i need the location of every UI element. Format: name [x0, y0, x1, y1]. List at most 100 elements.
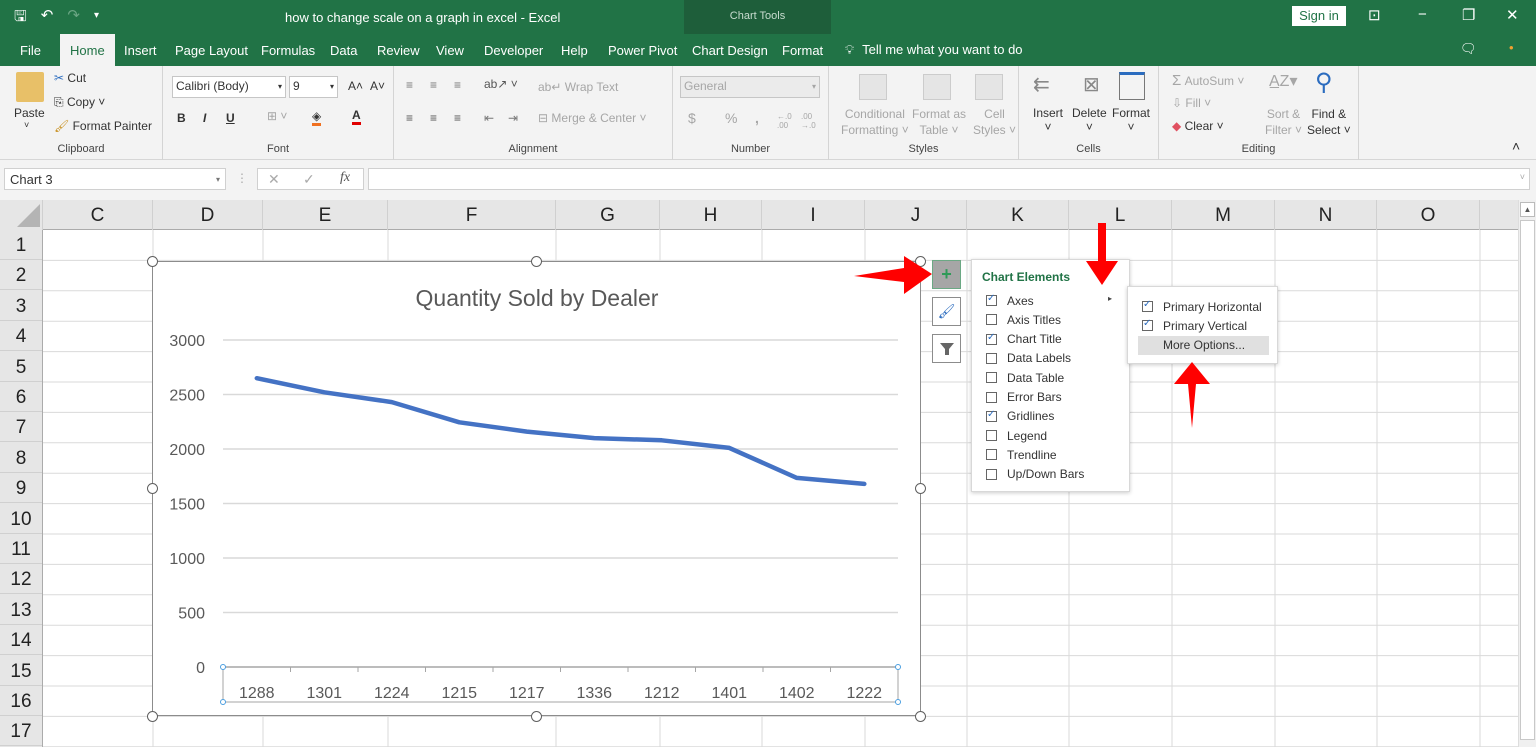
chart-elements-button[interactable]: + — [932, 260, 961, 289]
tab-review[interactable]: Review — [377, 43, 420, 58]
column-header[interactable]: I — [762, 200, 865, 230]
axes-submenu-option[interactable]: More Options... — [1138, 336, 1269, 355]
align-left-icon[interactable]: ≡ — [406, 111, 413, 125]
restore-icon[interactable]: ❐ — [1462, 6, 1475, 24]
format-button[interactable]: Format˅ — [1112, 106, 1150, 134]
checkbox[interactable] — [986, 295, 997, 306]
font-size-dropdown[interactable]: 9▾ — [289, 76, 338, 98]
bold-button[interactable]: B — [177, 111, 186, 125]
column-header[interactable]: J — [865, 200, 967, 230]
close-icon[interactable]: ✕ — [1506, 6, 1519, 24]
borders-icon[interactable]: ⊞ ˅ — [267, 109, 287, 123]
paste-button[interactable]: Paste — [14, 106, 45, 120]
resize-handle[interactable] — [531, 256, 542, 267]
row-header[interactable]: 10 — [0, 504, 42, 534]
ribbon-display-icon[interactable]: ⊡ — [1368, 6, 1381, 24]
customize-qat-icon[interactable]: ▾ — [94, 6, 99, 31]
tab-help[interactable]: Help — [561, 43, 588, 58]
axis-selection-handle[interactable] — [221, 665, 226, 670]
align-middle-icon[interactable]: ≡ — [430, 78, 437, 92]
checkbox[interactable] — [986, 353, 997, 364]
wrap-text-button[interactable]: ab↵ Wrap Text — [538, 80, 618, 94]
increase-decimal-button[interactable]: ←.0 .00 — [777, 112, 797, 130]
axis-selection-handle[interactable] — [221, 700, 226, 705]
conditional-formatting-button[interactable]: ConditionalFormatting ˅ — [841, 106, 909, 138]
merge-center-button[interactable]: ⊟ Merge & Center ˅ — [538, 111, 646, 125]
tab-file[interactable]: File — [20, 43, 41, 58]
resize-handle[interactable] — [147, 711, 158, 722]
checkbox[interactable] — [986, 469, 997, 480]
tab-formulas[interactable]: Formulas — [261, 43, 315, 58]
number-format-dropdown[interactable]: General▾ — [680, 76, 820, 98]
chart-filters-button[interactable] — [932, 334, 961, 363]
tab-format[interactable]: Format — [782, 43, 823, 58]
axis-selection-handle[interactable] — [896, 700, 901, 705]
row-header[interactable]: 16 — [0, 686, 42, 716]
row-header[interactable]: 15 — [0, 656, 42, 686]
tab-view[interactable]: View — [436, 43, 464, 58]
row-header[interactable]: 1 — [0, 230, 42, 260]
font-name-dropdown[interactable]: Calibri (Body)▾ — [172, 76, 286, 98]
scroll-thumb[interactable] — [1520, 220, 1535, 740]
sign-in-button[interactable]: Sign in — [1292, 6, 1346, 26]
chart-element-option[interactable]: Gridlines — [986, 407, 1054, 426]
row-header[interactable]: 13 — [0, 595, 42, 625]
column-header[interactable]: E — [263, 200, 388, 230]
chart-element-option[interactable]: Legend — [986, 426, 1047, 445]
axes-submenu-option[interactable]: Primary Horizontal — [1138, 297, 1262, 316]
redo-icon[interactable]: ↷ — [67, 6, 80, 31]
align-bottom-icon[interactable]: ≡ — [454, 78, 461, 92]
row-header[interactable]: 3 — [0, 291, 42, 321]
checkbox[interactable] — [986, 430, 997, 441]
axes-submenu-option[interactable]: Primary Vertical — [1138, 316, 1247, 335]
column-header[interactable]: K — [967, 200, 1069, 230]
fill-button[interactable]: ⇩ Fill ˅ — [1172, 96, 1211, 110]
chart-styles-button[interactable]: 🖌︎ — [932, 297, 961, 326]
formula-input[interactable]: ˅ — [368, 168, 1530, 190]
checkbox[interactable] — [1142, 301, 1153, 312]
increase-font-icon[interactable]: A˄ — [348, 79, 363, 93]
row-header[interactable]: 5 — [0, 352, 42, 382]
font-color-icon[interactable]: A — [352, 108, 361, 125]
row-header[interactable]: 17 — [0, 716, 42, 746]
cell-styles-button[interactable]: CellStyles ˅ — [973, 106, 1016, 138]
increase-indent-icon[interactable]: ⇥ — [508, 111, 518, 125]
row-header[interactable]: 7 — [0, 412, 42, 442]
axis-selection-handle[interactable] — [896, 665, 901, 670]
delete-button[interactable]: Delete˅ — [1072, 106, 1107, 134]
resize-handle[interactable] — [531, 711, 542, 722]
tab-home[interactable]: Home — [60, 34, 115, 66]
tab-power-pivot[interactable]: Power Pivot — [608, 43, 677, 58]
tab-chart-design[interactable]: Chart Design — [692, 43, 768, 58]
tab-developer[interactable]: Developer — [484, 43, 543, 58]
comma-button[interactable]: , — [755, 110, 759, 126]
select-all-button[interactable] — [0, 200, 43, 230]
save-icon[interactable]: 🖫 — [14, 6, 27, 31]
chart-element-option[interactable]: Axis Titles — [986, 310, 1061, 329]
checkbox[interactable] — [986, 411, 997, 422]
underline-button[interactable]: U — [226, 111, 235, 125]
row-header[interactable]: 2 — [0, 260, 42, 290]
column-header[interactable]: H — [660, 200, 762, 230]
column-header[interactable]: O — [1377, 200, 1480, 230]
chart-element-option[interactable]: Axes — [986, 291, 1034, 310]
align-top-icon[interactable]: ≡ — [406, 78, 413, 92]
column-header[interactable]: G — [556, 200, 660, 230]
format-as-table-button[interactable]: Format asTable ˅ — [912, 106, 966, 138]
cut-button[interactable]: ✂ Cut — [54, 71, 86, 85]
resize-handle[interactable] — [147, 483, 158, 494]
currency-button[interactable]: $ — [688, 110, 696, 126]
chart-element-option[interactable]: Error Bars — [986, 388, 1062, 407]
tell-me-search[interactable]: 💡︎Tell me what you want to do — [845, 42, 1023, 58]
chart-title[interactable]: Quantity Sold by Dealer — [416, 285, 659, 311]
enter-icon[interactable]: ✓ — [303, 171, 315, 188]
decrease-decimal-button[interactable]: .00 →.0 — [801, 112, 821, 130]
insert-button[interactable]: Insert˅ — [1033, 106, 1063, 134]
row-header[interactable]: 4 — [0, 321, 42, 351]
resize-handle[interactable] — [147, 256, 158, 267]
row-header[interactable]: 11 — [0, 534, 42, 564]
paste-icon[interactable] — [16, 72, 44, 102]
percent-button[interactable]: % — [725, 110, 737, 126]
row-header[interactable]: 8 — [0, 443, 42, 473]
column-header[interactable]: C — [43, 200, 153, 230]
